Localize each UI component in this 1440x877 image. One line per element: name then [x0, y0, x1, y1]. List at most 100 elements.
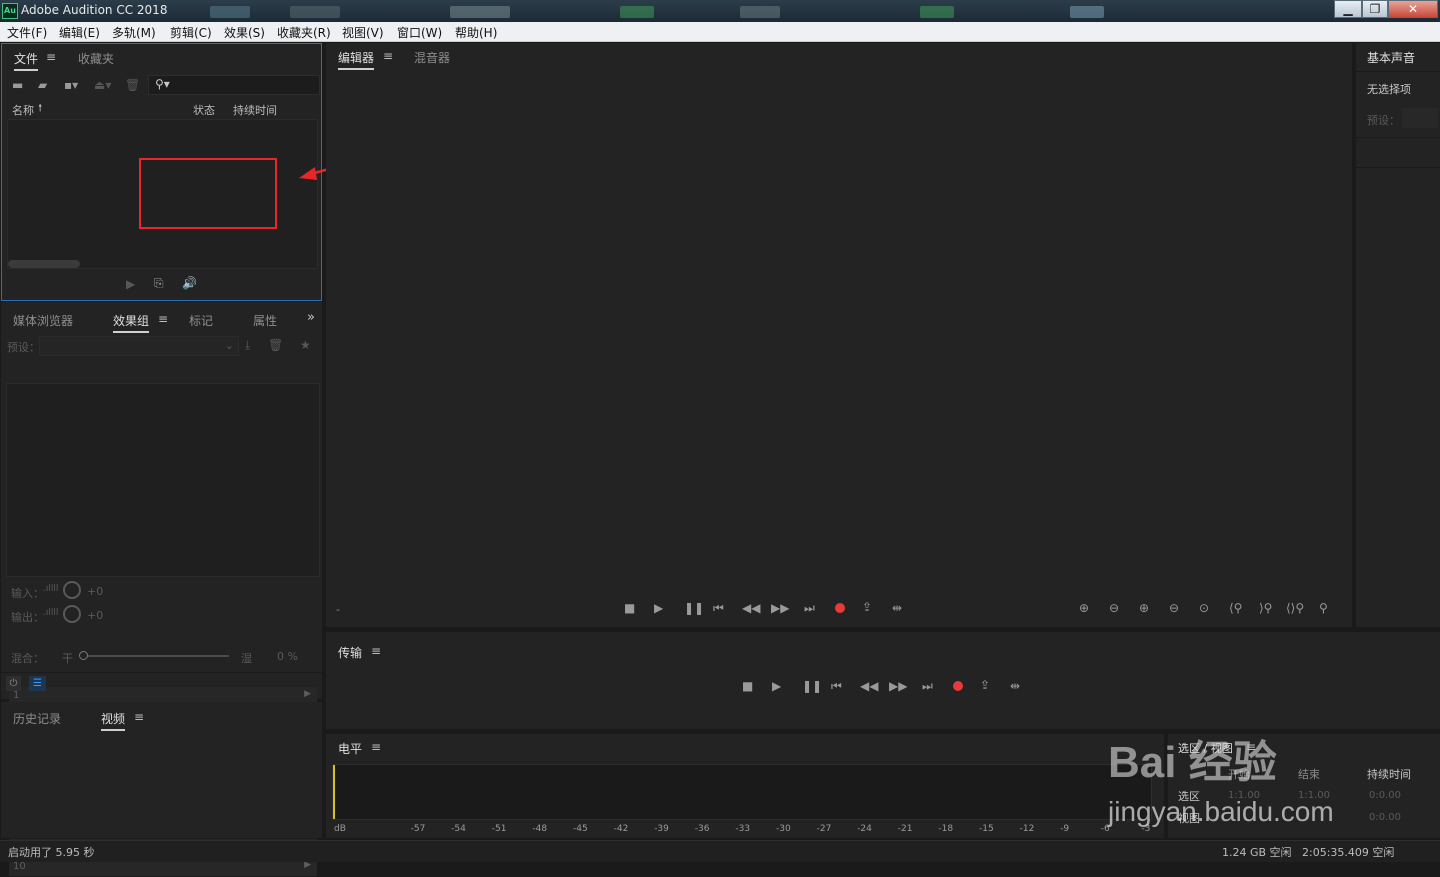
- tab-history[interactable]: 历史记录: [13, 710, 61, 727]
- zoom-in-amplitude-icon[interactable]: ⊕: [1079, 601, 1089, 615]
- minimize-icon: ▁: [1343, 2, 1353, 16]
- skip-selection-icon[interactable]: ⇹: [892, 601, 902, 615]
- menu-edit[interactable]: 编辑(E): [59, 24, 100, 41]
- delete-icon[interactable]: 🗑: [125, 78, 140, 92]
- panel-menu-icon[interactable]: ≡: [134, 710, 144, 724]
- skip-selection-icon[interactable]: ⇹: [1010, 679, 1020, 693]
- favorite-star-icon[interactable]: ★: [300, 338, 311, 352]
- power-toggle-icon[interactable]: ⏻: [6, 676, 21, 691]
- zoom-in-right-icon[interactable]: ⟩⚲: [1259, 601, 1272, 615]
- output-gain-value: +0: [87, 609, 104, 622]
- horizontal-scrollbar[interactable]: [8, 260, 80, 268]
- tab-markers[interactable]: 标记: [189, 312, 213, 329]
- list-view-icon[interactable]: ☰: [29, 676, 46, 691]
- zoom-selection-icon[interactable]: ⟨⟩⚲: [1286, 601, 1304, 615]
- loop-icon[interactable]: ⇪: [862, 600, 872, 614]
- fast-forward-icon[interactable]: ▶▶: [771, 601, 789, 615]
- level-tick-label: -42: [613, 824, 629, 834]
- blurred-taskbar-icon: [450, 6, 510, 18]
- mix-label: 混合：: [11, 652, 44, 665]
- column-status[interactable]: 状态: [193, 102, 215, 118]
- preset-dropdown[interactable]: ⌄: [39, 336, 239, 356]
- pause-icon[interactable]: ❚❚: [802, 679, 822, 693]
- panel-menu-icon[interactable]: ≡: [371, 740, 381, 754]
- es-preset-dropdown[interactable]: [1402, 108, 1438, 128]
- mix-slider-handle[interactable]: [79, 651, 88, 660]
- tab-effects-rack[interactable]: 效果组: [113, 312, 150, 333]
- play-icon[interactable]: ▶: [654, 601, 663, 615]
- loop-icon[interactable]: ⇪: [980, 678, 990, 692]
- zoom-out-full-icon[interactable]: ⚲: [1319, 601, 1328, 615]
- menu-help[interactable]: 帮助(H): [455, 24, 497, 41]
- zoom-in-left-icon[interactable]: ⟨⚲: [1229, 601, 1242, 615]
- column-name[interactable]: 名称: [12, 102, 34, 118]
- skip-end-icon[interactable]: ⏭: [804, 601, 815, 615]
- skip-end-icon[interactable]: ⏭: [922, 679, 933, 693]
- export-icon[interactable]: ⏏▾: [94, 78, 111, 92]
- tab-mixer[interactable]: 混音器: [414, 49, 450, 66]
- menu-clip[interactable]: 剪辑(C): [170, 24, 212, 41]
- blurred-taskbar-icon: [290, 6, 340, 18]
- level-tick-label: -30: [776, 824, 791, 834]
- selection-duration[interactable]: 0:0.00: [1369, 790, 1401, 801]
- tab-video[interactable]: 视频: [101, 710, 126, 731]
- menu-view[interactable]: 视图(V): [342, 24, 384, 41]
- record-icon[interactable]: [953, 681, 963, 691]
- divider: [1, 672, 322, 673]
- stop-icon[interactable]: ■: [624, 601, 635, 615]
- zoom-out-amplitude-icon[interactable]: ⊖: [1109, 601, 1119, 615]
- search-input[interactable]: ⚲▾: [148, 75, 320, 95]
- loop-preview-icon[interactable]: ⎘: [154, 276, 164, 290]
- output-gain-knob[interactable]: [63, 605, 81, 623]
- tab-files[interactable]: 文件: [14, 50, 39, 71]
- skip-start-icon[interactable]: ⏮: [831, 679, 842, 693]
- minimize-button[interactable]: ▁: [1334, 0, 1362, 18]
- rewind-icon[interactable]: ◀◀: [860, 679, 878, 693]
- restore-button[interactable]: ❐: [1362, 0, 1388, 18]
- blurred-taskbar-icon: [1070, 6, 1104, 18]
- panel-menu-icon[interactable]: ≡: [371, 644, 381, 658]
- tab-favorites[interactable]: 收藏夹: [78, 50, 114, 67]
- preset-label: 预设：: [7, 341, 40, 354]
- auto-play-speaker-icon[interactable]: 🔊: [182, 276, 197, 290]
- tab-editor[interactable]: 编辑器: [338, 49, 375, 70]
- menu-multitrack[interactable]: 多轨(M): [112, 24, 156, 41]
- tab-media-browser[interactable]: 媒体浏览器: [13, 312, 73, 329]
- play-preview-icon[interactable]: ▶: [126, 277, 135, 291]
- close-button[interactable]: ✕: [1388, 0, 1438, 18]
- panel-overflow-icon[interactable]: »: [307, 310, 315, 325]
- record-icon[interactable]: [835, 603, 845, 613]
- level-tick-label: -12: [1019, 824, 1035, 834]
- menu-file[interactable]: 文件(F): [7, 24, 47, 41]
- panel-menu-icon[interactable]: ≡: [383, 49, 393, 63]
- sort-arrow-up-icon: 🠕: [38, 103, 43, 114]
- panel-menu-icon[interactable]: ≡: [46, 50, 56, 64]
- mix-slider[interactable]: [79, 651, 229, 660]
- panel-menu-icon[interactable]: ≡: [158, 312, 168, 326]
- input-gain-knob[interactable]: [63, 581, 81, 599]
- level-meter-peak: [333, 765, 335, 819]
- effect-slot-arrow-icon[interactable]: ▶: [304, 689, 311, 699]
- zoom-full-icon[interactable]: ⊙: [1199, 601, 1209, 615]
- import-icon[interactable]: ▰: [38, 78, 47, 92]
- play-icon[interactable]: ▶: [772, 679, 781, 693]
- skip-start-icon[interactable]: ⏮: [713, 601, 724, 615]
- menu-window[interactable]: 窗口(W): [397, 24, 442, 41]
- menu-effects[interactable]: 效果(S): [224, 24, 265, 41]
- essential-sound-title: 基本声音: [1367, 51, 1416, 65]
- tab-properties[interactable]: 属性: [253, 312, 277, 329]
- stop-icon[interactable]: ■: [742, 679, 753, 693]
- new-file-icon[interactable]: ▪▾: [64, 78, 78, 92]
- open-folder-icon[interactable]: ▬: [12, 78, 23, 92]
- rewind-icon[interactable]: ◀◀: [742, 601, 760, 615]
- menu-favorites[interactable]: 收藏夹(R): [277, 24, 331, 41]
- zoom-out-time-icon[interactable]: ⊖: [1169, 601, 1179, 615]
- zoom-in-time-icon[interactable]: ⊕: [1139, 601, 1149, 615]
- fast-forward-icon[interactable]: ▶▶: [889, 679, 907, 693]
- pause-icon[interactable]: ❚❚: [684, 601, 704, 615]
- save-preset-icon[interactable]: ⤓: [245, 338, 250, 352]
- delete-preset-icon[interactable]: 🗑: [268, 338, 283, 352]
- level-tick-label: -24: [857, 824, 872, 834]
- column-duration[interactable]: 持续时间: [233, 102, 277, 118]
- view-duration[interactable]: 0:0.00: [1369, 812, 1401, 823]
